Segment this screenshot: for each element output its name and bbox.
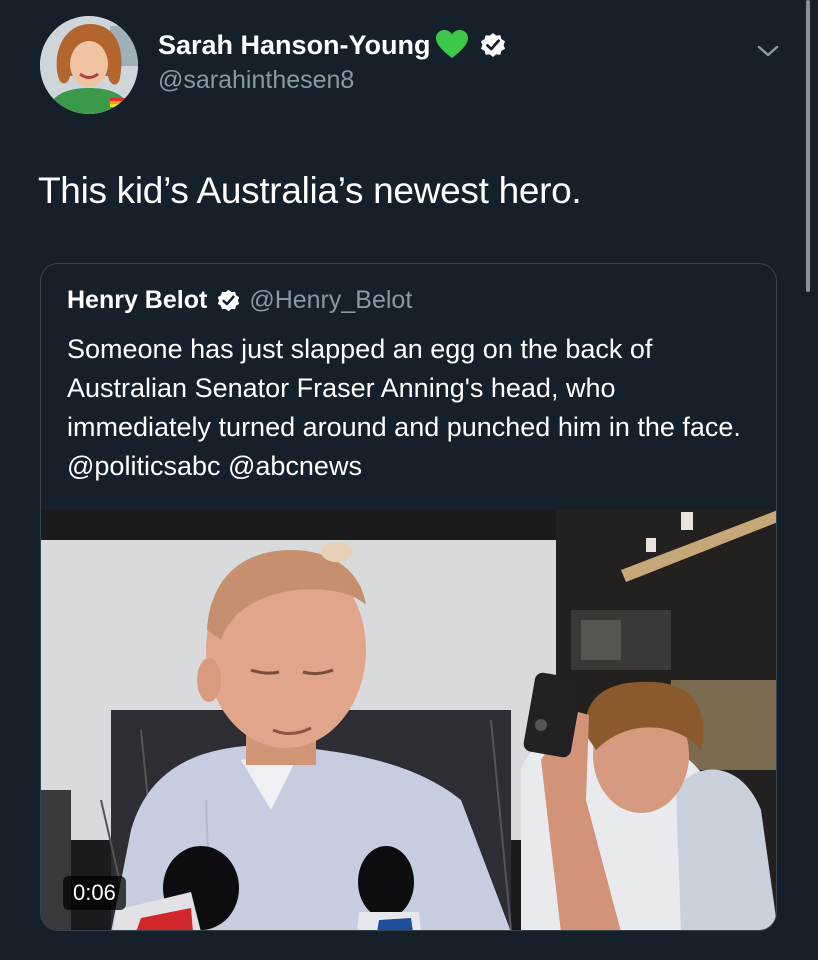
green-heart-icon bbox=[435, 30, 468, 58]
tweet-text: This kid’s Australia’s newest hero. bbox=[38, 170, 582, 211]
avatar[interactable] bbox=[40, 16, 138, 114]
quoted-tweet-text: Someone has just slapped an egg on the b… bbox=[67, 334, 741, 481]
video-player[interactable]: 0:06 bbox=[41, 510, 776, 930]
verified-badge-icon bbox=[218, 289, 240, 312]
author-handle[interactable]: @sarahinthesen8 bbox=[158, 66, 354, 95]
quoted-author-name: Henry Belot bbox=[67, 286, 208, 314]
quoted-author-handle: @Henry_Belot bbox=[249, 286, 413, 314]
quoted-tweet-card[interactable]: Henry Belot @Henry_Belot Someone has jus… bbox=[40, 263, 777, 931]
video-thumbnail bbox=[41, 510, 776, 930]
verified-badge-icon bbox=[480, 33, 505, 57]
author-name-row[interactable]: Sarah Hanson-Young bbox=[158, 28, 507, 62]
scrollbar[interactable] bbox=[806, 0, 810, 292]
author-display-name[interactable]: Sarah Hanson-Young bbox=[158, 28, 431, 62]
chevron-down-icon[interactable] bbox=[755, 38, 781, 64]
avatar-image bbox=[40, 16, 138, 114]
quoted-tweet-header: Henry Belot @Henry_Belot bbox=[67, 286, 412, 315]
video-duration-badge: 0:06 bbox=[63, 876, 126, 910]
